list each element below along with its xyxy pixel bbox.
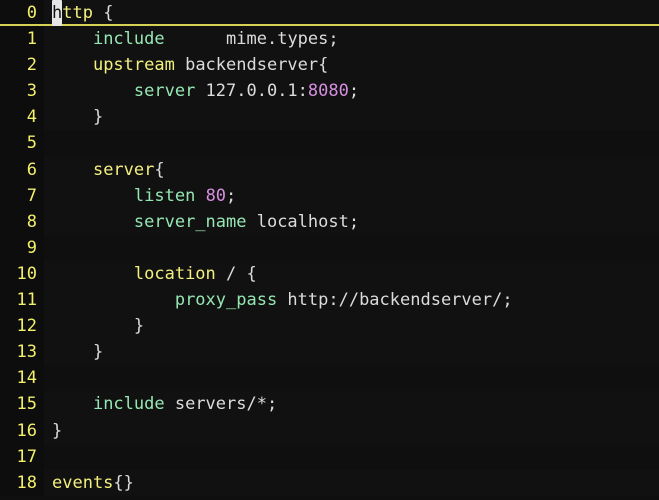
code-token: server_name [133,211,247,232]
editor-line[interactable]: 2 upstream backendserver{ [0,52,659,79]
code-token: server [133,81,196,102]
line-number: 7 [0,182,44,209]
line-content[interactable]: } [44,313,659,340]
editor-line[interactable]: 6 server{ [0,156,659,183]
code-token: events [52,472,114,493]
line-number: 15 [0,391,44,418]
line-content[interactable]: http { [44,0,659,27]
code-token: {} [113,472,134,493]
code-token: ttp [62,3,93,23]
text-cursor: h [52,0,63,27]
line-content[interactable]: upstream backendserver{ [44,52,659,79]
editor-line[interactable]: 1 include mime.types; [0,26,659,53]
line-number: 13 [0,339,44,366]
code-token: servers/*; [164,394,278,415]
code-token: } [92,107,104,128]
editor-line[interactable]: 11 proxy_pass http://backendserver/; [0,287,659,314]
line-number: 9 [0,234,44,261]
editor-line[interactable]: 17 [0,443,659,470]
line-number: 10 [0,260,44,288]
line-content[interactable]: server_name localhost; [44,208,659,235]
line-number: 0 [0,0,44,27]
editor-line[interactable]: 18 events{} [0,469,659,496]
editor-line[interactable]: 7 listen 80; [0,182,659,209]
line-number: 12 [0,313,44,340]
line-number: 16 [0,417,44,444]
line-content[interactable]: } [44,339,659,366]
editor-line[interactable]: 12 } [0,313,659,340]
editor-line[interactable]: 8 server_name localhost; [0,208,659,235]
line-number: 11 [0,287,44,314]
line-content[interactable]: location / { [44,260,659,288]
line-content[interactable]: include servers/*; [44,391,659,418]
line-number: 4 [0,104,44,131]
line-content[interactable]: proxy_pass http://backendserver/; [44,287,659,314]
code-token: } [52,420,63,441]
code-token: localhost; [246,211,360,232]
code-token: { [103,3,114,23]
editor-line[interactable]: 9 [0,234,659,261]
editor-line[interactable]: 15 include servers/*; [0,391,659,418]
line-number: 5 [0,130,44,157]
code-token: 127.0.0.1: [195,81,308,102]
line-number: 17 [0,443,44,470]
line-content[interactable]: include mime.types; [44,26,659,53]
code-token: } [133,316,145,337]
code-editor[interactable]: 0 http {1 include mime.types; 2 upstream b… [0,0,659,500]
editor-line[interactable]: 16} [0,417,659,444]
line-content[interactable]: events{} [44,469,659,496]
code-token: } [92,342,104,363]
line-content[interactable]: } [44,104,659,131]
line-number: 6 [0,156,44,183]
code-token: mime.types; [226,29,339,50]
line-number: 18 [0,469,44,496]
code-token: / { [215,263,257,284]
code-token: http://backendserver/; [277,290,513,311]
code-token: { [154,159,165,180]
code-token: backendserver{ [174,55,329,76]
code-token: include [92,29,165,50]
editor-line[interactable]: 10 location / { [0,260,659,288]
line-number: 8 [0,208,44,235]
code-token: upstream [92,55,175,76]
code-token: 80 [205,185,227,206]
code-token: ; [348,81,360,102]
code-token: proxy_pass [174,290,278,311]
editor-line[interactable]: 3 server 127.0.0.1:8080; [0,78,659,105]
editor-line[interactable]: 13 } [0,339,659,366]
line-content[interactable]: } [44,417,659,444]
code-token: server [92,159,155,180]
code-token: location [133,263,216,284]
editor-line[interactable]: 5 [0,130,659,157]
editor-line[interactable]: 0 http { [0,0,659,27]
line-content[interactable]: server 127.0.0.1:8080; [44,78,659,105]
editor-line[interactable]: 4 } [0,104,659,131]
line-content[interactable]: listen 80; [44,182,659,209]
editor-line[interactable]: 14 [0,365,659,392]
code-token: ; [226,185,237,206]
line-number: 2 [0,52,44,79]
line-number: 3 [0,78,44,105]
line-number: 14 [0,365,44,392]
line-number: 1 [0,26,44,53]
code-token: include [92,394,165,415]
code-token: listen [133,185,196,206]
line-content[interactable]: server{ [44,156,659,183]
code-token: 8080 [307,81,349,102]
